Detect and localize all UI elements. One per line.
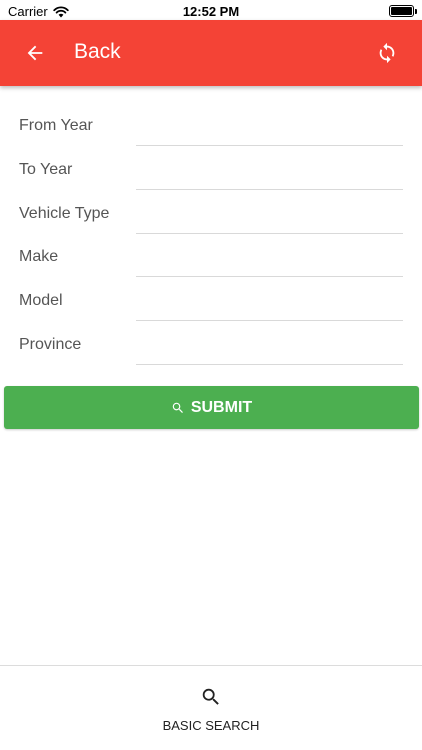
form-row-from-year: From Year (0, 104, 422, 148)
form-row-make: Make (0, 235, 422, 279)
battery-icon (389, 5, 417, 17)
from-year-label: From Year (19, 117, 93, 134)
submit-button[interactable]: SUBMIT (4, 386, 419, 429)
refresh-icon[interactable] (376, 42, 398, 64)
form-row-province: Province (0, 323, 422, 367)
form-row-to-year: To Year (0, 148, 422, 192)
vehicle-type-label: Vehicle Type (19, 204, 110, 222)
app-header: Back (0, 20, 422, 86)
arrow-left-icon[interactable] (24, 42, 46, 64)
to-year-label: To Year (19, 160, 73, 178)
province-label: Province (19, 335, 82, 353)
from-year-field[interactable] (136, 108, 403, 146)
status-bar: Carrier 12:52 PM (0, 0, 422, 22)
status-time: 12:52 PM (182, 4, 240, 19)
model-label: Model (19, 292, 63, 310)
form-row-vehicle-type: Vehicle Type (0, 192, 422, 236)
submit-label: SUBMIT (190, 398, 253, 416)
form-row-model: Model (0, 279, 422, 323)
to-year-field[interactable] (136, 151, 403, 190)
search-icon (202, 688, 219, 705)
make-field[interactable] (136, 239, 403, 278)
vehicle-type-field[interactable] (136, 195, 403, 234)
make-label: Make (19, 248, 59, 266)
province-field[interactable] (136, 326, 403, 365)
tab-basic-search[interactable]: BASIC SEARCH (0, 666, 422, 750)
model-field[interactable] (136, 283, 403, 322)
search-form: From Year To Year Vehicle Type Make Mode… (0, 104, 422, 367)
tab-basic-search-label: BASIC SEARCH (162, 718, 260, 733)
back-button[interactable]: Back (74, 40, 121, 64)
search-icon (172, 402, 183, 413)
bottom-tab-bar: BASIC SEARCH (0, 665, 422, 750)
